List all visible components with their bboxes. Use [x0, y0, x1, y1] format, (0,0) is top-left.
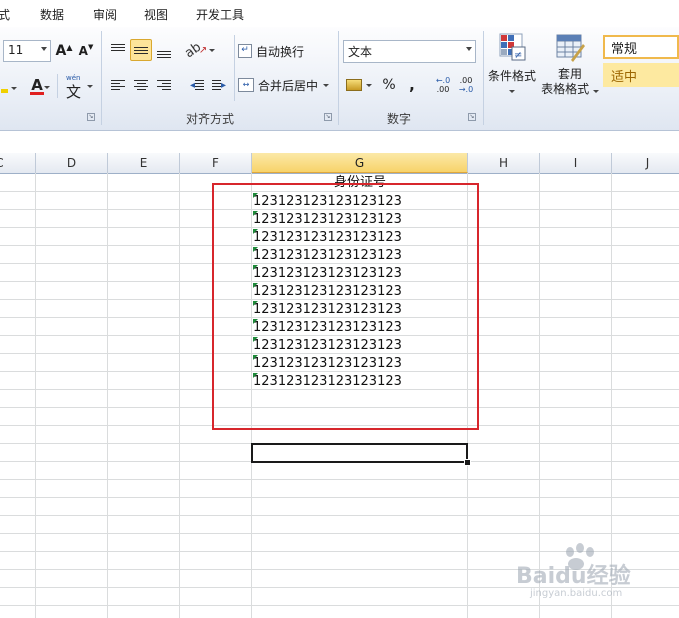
number-format-combo[interactable]: 文本 [343, 40, 476, 63]
decrease-decimal-icon: .00 [459, 76, 473, 85]
menu-data-tab[interactable]: 数据 [40, 6, 64, 23]
menu-review-tab[interactable]: 审阅 [93, 6, 117, 23]
column-header-e[interactable]: E [108, 153, 180, 173]
merge-center-button[interactable]: ↔ 合并后居中 [238, 74, 332, 96]
align-right-icon [157, 80, 171, 90]
wrap-text-icon: ↵ [238, 44, 252, 58]
menu-view-tab[interactable]: 视图 [144, 6, 168, 23]
increase-indent-icon: ▸ [220, 79, 227, 91]
shrink-font-icon: A [78, 44, 88, 58]
menu-formulas-tab[interactable]: 式 [0, 6, 10, 23]
percent-icon: % [382, 77, 396, 93]
column-header-i[interactable]: I [540, 153, 612, 173]
chevron-down-icon [323, 83, 330, 87]
highlight-annotation-box [212, 183, 479, 430]
conditional-formatting-label: 条件格式 [487, 69, 536, 83]
align-left-icon [111, 80, 125, 90]
increase-decimal-button[interactable]: ←.0 .00 [432, 74, 454, 96]
wrap-text-button[interactable]: ↵ 自动换行 [238, 40, 328, 62]
format-as-table-label-line2: 表格格式 [541, 82, 590, 96]
fill-handle[interactable] [464, 459, 471, 466]
chevron-down-icon [209, 48, 216, 52]
chevron-down-icon [466, 47, 472, 51]
fill-color-button[interactable] [0, 75, 18, 97]
align-center-icon [134, 80, 148, 90]
format-as-table-label-line1: 套用 [557, 67, 582, 81]
column-header-g[interactable]: G [252, 153, 468, 173]
align-left-button[interactable] [107, 74, 129, 96]
conditional-formatting-icon: ≠ [499, 33, 526, 61]
font-dialog-launcher-icon[interactable]: ↘ [87, 113, 95, 121]
decrease-decimal-button[interactable]: .00 →.0 [455, 74, 477, 96]
align-bottom-icon [157, 50, 171, 58]
phonetic-guide-button[interactable]: wén 文 [62, 73, 94, 101]
orientation-button[interactable]: ab ↗ [182, 39, 216, 61]
align-center-button[interactable] [130, 74, 152, 96]
fill-color-icon [1, 89, 8, 93]
font-color-icon: A [31, 75, 43, 94]
alignment-dialog-launcher-icon[interactable]: ↘ [324, 113, 332, 121]
baidu-jingyan-watermark: Baidu经验 jingyan.baidu.com [510, 538, 670, 608]
grow-font-button[interactable]: A ▲ [55, 40, 73, 62]
align-middle-icon [134, 46, 148, 54]
svg-text:≠: ≠ [514, 50, 522, 61]
percent-style-button[interactable]: % [378, 74, 400, 96]
formula-bar-area [0, 131, 679, 153]
format-as-table-button[interactable]: 套用 表格格式 [541, 32, 599, 104]
chevron-down-icon [41, 47, 47, 51]
number-group-label: 数字 [387, 112, 412, 126]
align-bottom-button[interactable] [153, 39, 175, 61]
align-right-button[interactable] [153, 74, 175, 96]
align-middle-button[interactable] [130, 39, 152, 61]
active-cell-cursor[interactable] [251, 443, 468, 463]
alignment-group-label: 对齐方式 [186, 112, 235, 126]
shrink-font-button[interactable]: A ▼ [77, 40, 95, 62]
number-format-value: 文本 [348, 45, 373, 59]
chevron-down-icon [87, 85, 93, 88]
column-header-f[interactable]: F [180, 153, 252, 173]
phonetic-guide-icon: 文 [66, 83, 82, 101]
chevron-down-icon [509, 90, 515, 93]
merge-center-label: 合并后居中 [258, 78, 319, 93]
menu-bar: 式 数据 审阅 视图 开发工具 [0, 0, 679, 27]
increase-decimal-icon: .00 [436, 85, 450, 94]
style-neutral[interactable]: 适中 [603, 63, 679, 87]
chevron-down-icon [11, 86, 17, 90]
watermark-brand: Baidu经验 [516, 564, 631, 589]
column-header-d[interactable]: D [36, 153, 108, 173]
ribbon: 11 A ▲ A ▼ A wén 文 ↘ ab ↗ ◂ ▸ ↵ 自动换行 ↔ 合… [0, 27, 679, 131]
text-orientation-icon: ab [181, 39, 204, 61]
comma-style-button[interactable]: , [402, 74, 422, 96]
style-neutral-label: 适中 [611, 69, 638, 85]
menu-developer-tab[interactable]: 开发工具 [196, 6, 244, 23]
decrease-indent-button[interactable]: ◂ [186, 74, 208, 96]
accounting-format-button[interactable] [343, 74, 375, 96]
format-as-table-icon [556, 34, 585, 62]
merge-center-icon: ↔ [238, 78, 254, 92]
style-normal-label: 常规 [611, 41, 638, 57]
chevron-down-icon[interactable] [44, 86, 50, 89]
style-normal[interactable]: 常规 [603, 35, 679, 59]
column-header-c[interactable]: C [0, 153, 36, 173]
wrap-text-label: 自动换行 [256, 44, 305, 59]
number-dialog-launcher-icon[interactable]: ↘ [468, 113, 476, 121]
font-size-combo[interactable]: 11 [3, 40, 51, 62]
align-top-icon [111, 43, 125, 51]
column-headers: C D E F G H I J [0, 153, 679, 174]
column-header-j[interactable]: J [612, 153, 679, 173]
align-top-button[interactable] [107, 39, 129, 61]
column-header-h[interactable]: H [468, 153, 540, 173]
grow-font-icon: A [55, 43, 67, 59]
font-size-value: 11 [8, 43, 24, 57]
chevron-down-icon [366, 83, 372, 87]
watermark-url: jingyan.baidu.com [530, 588, 623, 599]
increase-indent-button[interactable]: ▸ [208, 74, 230, 96]
conditional-formatting-button[interactable]: ≠ 条件格式 [486, 32, 538, 102]
currency-icon [346, 79, 362, 91]
comma-icon: , [409, 76, 415, 94]
